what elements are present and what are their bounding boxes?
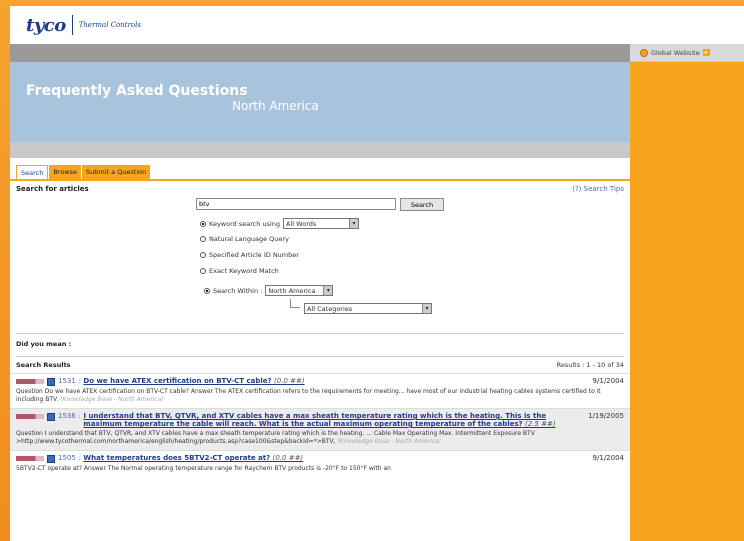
results-title: Search Results [16,361,71,369]
relevance-bar [16,414,44,419]
result-title-link[interactable]: Do we have ATEX certification on BTV-CT … [83,377,567,385]
result-score: (0.0 ##) [272,454,304,462]
radio-search-within[interactable] [204,287,210,294]
search-button[interactable]: Search [400,198,444,211]
top-grey-bar [10,44,630,62]
search-within-label: Search Within : [213,286,263,295]
radio-exact-match[interactable] [200,268,206,274]
option-exact-match-label: Exact Keyword Match [209,267,279,275]
result-snippet: Question I understand that BTV, QTVR, an… [16,430,624,446]
result-date: 9/1/2004 [592,377,624,385]
hero-banner: Frequently Asked Questions North America [10,62,630,142]
tree-connector [290,299,300,308]
result-snippet-text: Question I understand that BTV, QTVR, an… [16,430,535,445]
result-title-text[interactable]: I understand that BTV, QTVR, and XTV cab… [83,412,546,428]
masthead: tyco Thermal Controls [10,6,744,44]
chevron-down-icon[interactable]: ▾ [323,286,333,295]
option-keyword[interactable]: Keyword search using All Words ▾ [200,218,360,229]
option-natural-language[interactable]: Natural Language Query [200,235,289,243]
lower-grey-bar [10,142,630,158]
result-title-text[interactable]: What temperatures does 5BTV2-CT operate … [83,454,270,462]
result-snippet-text: 5BTV2-CT operate at? Answer The Normal o… [16,465,391,472]
result-id: 1505 : [58,454,81,462]
logo-divider [71,15,73,35]
arrow-right-icon[interactable]: ▸ [702,49,710,56]
radio-keyword[interactable] [200,220,206,227]
relevance-bar [16,456,44,461]
page: tyco Thermal Controls Global Website ▸ F… [10,6,744,541]
search-form: Search Keyword search using All Words ▾ … [10,193,630,333]
document-icon [47,413,55,421]
document-icon [47,455,55,463]
category-select[interactable]: All Categories ▾ [304,303,432,314]
radio-article-id[interactable] [200,252,206,258]
search-section-title: Search for articles [16,185,89,193]
logo-subtitle: Thermal Controls [78,21,141,29]
result-item: 1531 : Do we have ATEX certification on … [10,373,630,408]
tab-bar: Search Browse Submit a Question [10,165,630,181]
region-select[interactable]: North America ▾ [265,285,334,296]
result-source: (Knowledge Base - North America) [60,396,164,403]
relevance-bar [16,379,44,384]
document-icon [47,378,55,386]
result-snippet: 5BTV2-CT operate at? Answer The Normal o… [16,465,624,473]
result-title-link[interactable]: I understand that BTV, QTVR, and XTV cab… [83,412,567,428]
keyword-mode-value: All Words [286,219,317,228]
did-you-mean: Did you mean : [16,340,72,348]
option-exact-match[interactable]: Exact Keyword Match [200,267,279,275]
result-title-text[interactable]: Do we have ATEX certification on BTV-CT … [83,377,271,385]
radio-natural-language[interactable] [200,236,206,242]
chevron-down-icon[interactable]: ▾ [422,304,431,313]
option-natural-language-label: Natural Language Query [209,235,289,243]
tab-browse[interactable]: Browse [49,165,82,179]
tab-submit-question[interactable]: Submit a Question [82,165,151,179]
category-row: All Categories ▾ [304,303,432,314]
category-select-value: All Categories [307,304,353,313]
results-header: Search Results Results : 1 - 10 of 34 [10,357,630,373]
option-search-within[interactable]: Search Within : North America ▾ [204,285,334,296]
result-item: 1505 : What temperatures does 5BTV2-CT o… [10,450,630,477]
result-title-link[interactable]: What temperatures does 5BTV2-CT operate … [83,454,567,462]
page-title: Frequently Asked Questions [26,83,248,99]
result-score: (2.5 ##) [525,420,556,428]
result-snippet: Question Do we have ATEX certification o… [16,388,624,404]
result-date: 1/19/2005 [588,412,624,420]
result-source: (Knowledge Base - North America) [337,438,442,445]
chevron-down-icon[interactable]: ▾ [349,219,359,228]
result-id: 1531 : [58,377,81,385]
region-subtitle: North America [232,99,319,113]
tab-search[interactable]: Search [16,165,49,179]
results-count: Results : 1 - 10 of 34 [556,361,624,369]
result-item: 1536 : I understand that BTV, QTVR, and … [10,408,630,450]
right-sidebar: Global Website ▸ [630,44,744,541]
search-tips-link[interactable]: (?) Search Tips [572,185,624,193]
result-score: (0.0 ##) [274,377,305,385]
option-article-id[interactable]: Specified Article ID Number [200,251,299,259]
globe-icon [640,48,648,57]
keyword-mode-select[interactable]: All Words ▾ [283,218,360,229]
main-content: Frequently Asked Questions North America… [10,44,630,541]
region-select-value: North America [268,286,316,295]
global-website-link[interactable]: Global Website ▸ [630,44,744,62]
option-keyword-label: Keyword search using [209,219,281,228]
search-input[interactable] [196,198,396,210]
result-id: 1536 : [58,412,81,420]
global-website-label[interactable]: Global Website [651,49,700,57]
option-article-id-label: Specified Article ID Number [209,251,299,259]
tyco-logo[interactable]: tyco [26,15,66,36]
result-date: 9/1/2004 [592,454,624,462]
search-section-header: Search for articles (?) Search Tips [10,181,630,193]
